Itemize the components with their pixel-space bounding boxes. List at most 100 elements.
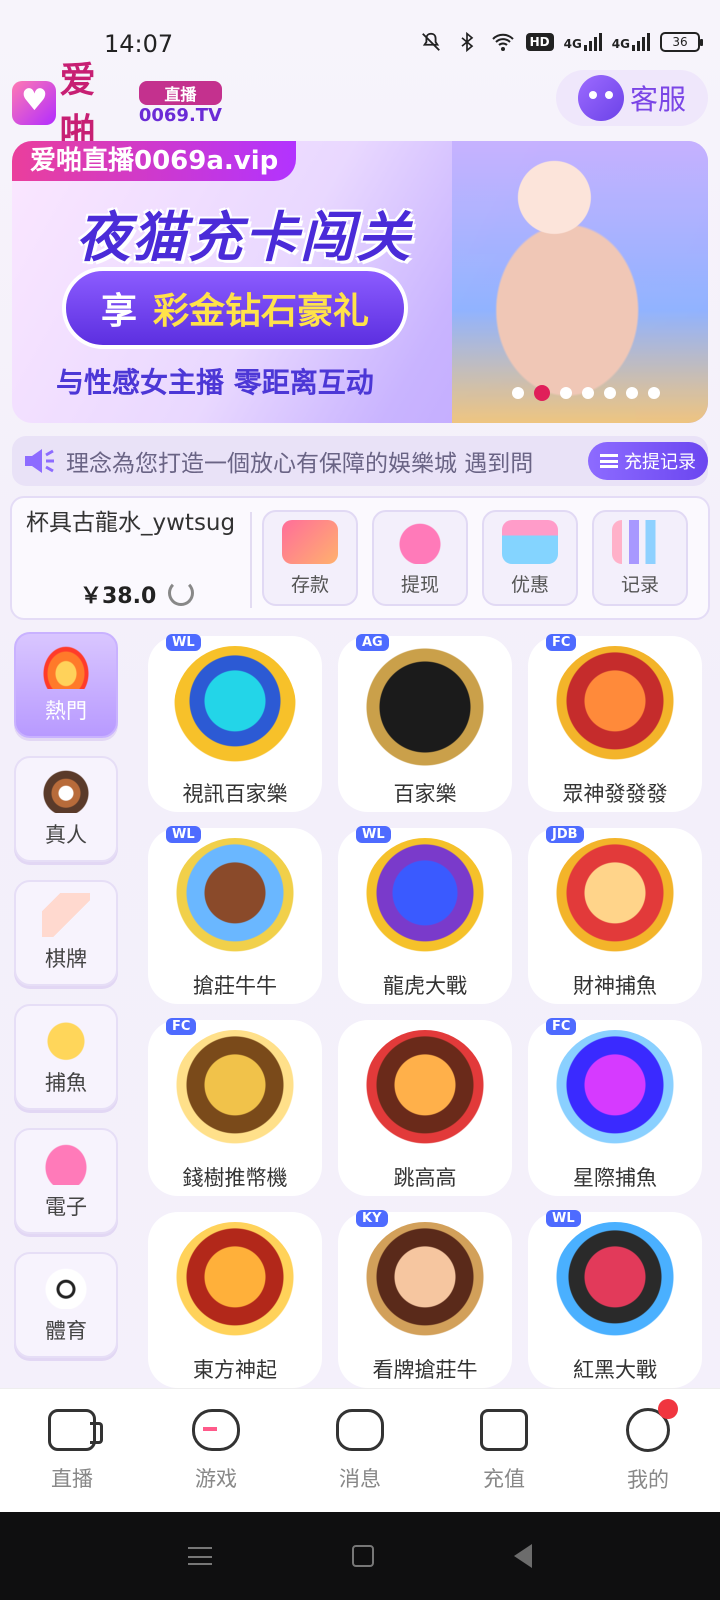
category-slots[interactable]: 電子 (14, 1128, 118, 1234)
pagination-dot[interactable] (626, 387, 638, 399)
banner-subtitle: 与性感女主播 零距离互动 (56, 366, 374, 399)
back-icon[interactable] (514, 1544, 532, 1568)
game-icon (364, 1222, 486, 1344)
fire-icon (42, 645, 90, 689)
battery-icon: 36 (660, 32, 703, 52)
card-icon (282, 519, 338, 564)
logo-domain: 0069.TV (138, 104, 222, 126)
balance: ￥38.0 (80, 584, 157, 609)
game-tile[interactable]: FC 眾神發發發 (528, 634, 702, 812)
game-icon (364, 838, 486, 960)
slot-icon (42, 1141, 90, 1185)
game-icon (554, 838, 676, 960)
logo-text: 爱啪 (59, 60, 97, 153)
divider (250, 512, 252, 608)
game-icon (174, 1222, 296, 1344)
cards-icon (42, 893, 90, 937)
deposit-button[interactable]: 存款 (262, 510, 358, 606)
records-button[interactable]: 记录 (592, 510, 688, 606)
deposit-withdraw-record-button[interactable]: 充提记录 (588, 442, 708, 480)
game-tile[interactable]: WL 紅黑大戰 (528, 1210, 702, 1388)
game-tile[interactable]: WL 搶莊牛牛 (148, 826, 322, 1004)
game-tile[interactable]: WL 龍虎大戰 (338, 826, 512, 1004)
game-tile[interactable]: 跳高高 (338, 1020, 512, 1196)
wallet-icon (480, 1408, 528, 1451)
gamepad-icon (192, 1408, 240, 1451)
nav-messages[interactable]: 消息 (288, 1389, 432, 1512)
pagination-dot[interactable] (560, 387, 572, 399)
home-icon[interactable] (352, 1545, 374, 1567)
camera-icon (48, 1408, 103, 1451)
headset-icon (577, 75, 624, 121)
pagination-dot[interactable] (604, 387, 616, 399)
mute-icon (418, 30, 444, 54)
refresh-icon[interactable] (168, 580, 194, 606)
bluetooth-icon (454, 30, 480, 54)
pagination-dot[interactable] (582, 387, 594, 399)
game-tile[interactable]: FC 星際捕魚 (528, 1018, 702, 1196)
game-icon (554, 1222, 676, 1344)
game-tile[interactable]: KY 看牌搶莊牛 (338, 1210, 512, 1388)
category-live[interactable]: 真人 (14, 756, 118, 862)
banner-pagination (512, 385, 660, 401)
game-icon (364, 646, 486, 768)
ball-icon (42, 1265, 90, 1309)
gift-icon (502, 519, 558, 564)
recent-apps-icon[interactable] (188, 1547, 212, 1565)
category-cards[interactable]: 棋牌 (14, 880, 118, 986)
category-sports[interactable]: 體育 (14, 1252, 118, 1358)
app-header: 爱啪 直播 0069.TV 客服 (0, 60, 720, 153)
banner-title: 夜猫充卡闯关 (76, 206, 412, 269)
promo-banner[interactable]: 爱啪直播0069a.vip 夜猫充卡闯关 享 彩金钻石豪礼 与性感女主播 零距离… (12, 141, 708, 423)
nav-live[interactable]: 直播 (0, 1389, 144, 1512)
game-tile[interactable]: 東方神起 (148, 1212, 322, 1388)
system-navigation-bar (0, 1512, 720, 1600)
game-tile[interactable]: JDB 財神捕魚 (528, 826, 702, 1004)
pagination-dot[interactable] (648, 387, 660, 399)
username: 杯具古龍水_ywtsug (26, 510, 236, 536)
game-icon (174, 1030, 296, 1152)
chip-icon (42, 769, 90, 813)
money-bag-icon (392, 519, 448, 564)
promotions-button[interactable]: 优惠 (482, 510, 578, 606)
pagination-dot-active[interactable] (534, 385, 550, 401)
game-tile[interactable]: AG 百家樂 (338, 634, 512, 812)
game-tile[interactable]: WL 視訊百家樂 (148, 634, 322, 812)
fish-icon (42, 1017, 90, 1061)
notification-badge (658, 1399, 678, 1419)
list-icon (600, 454, 618, 468)
game-icon (174, 838, 296, 960)
account-panel: 杯具古龍水_ywtsug ￥38.0 存款 提现 优惠 记录 (10, 496, 710, 620)
notice-text: 理念為您打造一個放心有保障的娛樂城 遇到問 (66, 451, 534, 477)
banner-pill: 享 彩金钻石豪礼 (62, 267, 408, 349)
status-icons: HD 4G 4G 36 (418, 30, 703, 54)
nav-recharge[interactable]: 充值 (432, 1389, 576, 1512)
logo-live-badge: 直播 (138, 80, 222, 105)
game-icon (174, 646, 296, 768)
chart-icon (612, 519, 668, 564)
game-icon (554, 1030, 676, 1152)
hd-badge: HD (525, 33, 554, 51)
notice-bar: 理念為您打造一個放心有保障的娛樂城 遇到問 充提记录 (12, 436, 708, 486)
nav-profile[interactable]: 我的 (576, 1389, 720, 1512)
speaker-icon (22, 444, 56, 478)
bottom-navigation: 直播 游戏 消息 充值 我的 (0, 1388, 720, 1512)
customer-service-label: 客服 (629, 83, 686, 116)
wifi-icon (490, 30, 516, 54)
logo-heart-icon (12, 81, 56, 125)
category-hot[interactable]: 熱門 (14, 632, 118, 738)
customer-service-button[interactable]: 客服 (556, 70, 708, 126)
withdraw-button[interactable]: 提现 (372, 510, 468, 606)
banner-tag: 爱啪直播0069a.vip (12, 141, 297, 181)
message-icon (336, 1408, 384, 1451)
signal-icon: 4G (612, 33, 650, 51)
app-logo: 爱啪 直播 0069.TV (12, 60, 222, 153)
banner-model-image (452, 141, 708, 423)
nav-games[interactable]: 游戏 (144, 1389, 288, 1512)
pagination-dot[interactable] (512, 387, 524, 399)
game-tile[interactable]: FC 錢樹推幣機 (148, 1018, 322, 1196)
game-icon (364, 1030, 486, 1152)
category-fishing[interactable]: 捕魚 (14, 1004, 118, 1110)
signal-icon: 4G (564, 33, 602, 51)
game-icon (554, 646, 676, 768)
